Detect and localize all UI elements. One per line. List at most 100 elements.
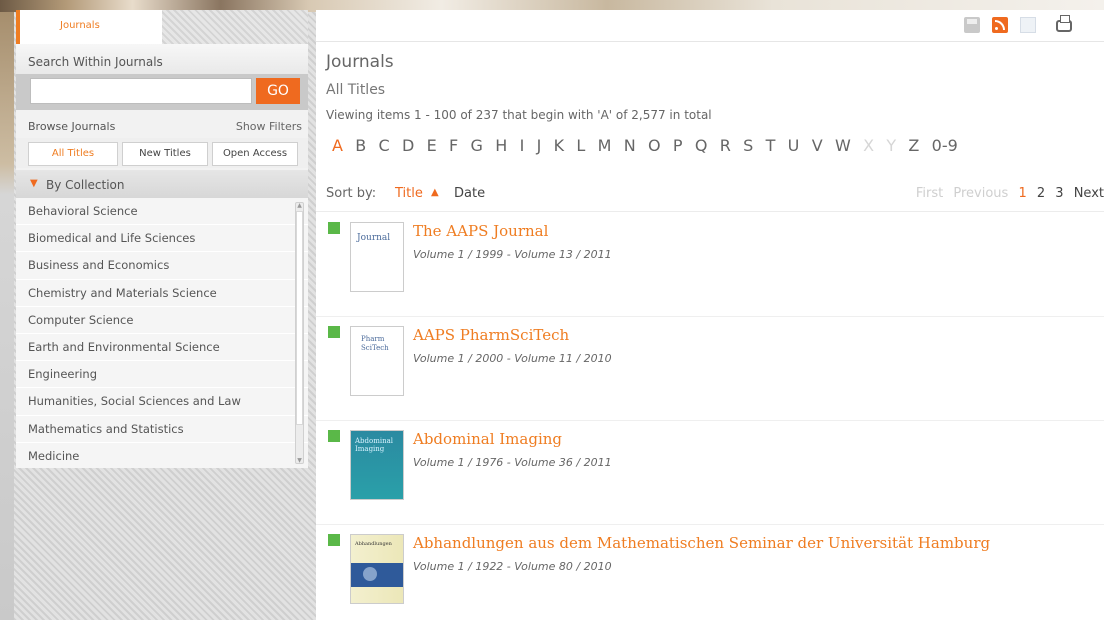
letter-link-t[interactable]: T [766, 136, 776, 155]
result-item: Abhandlungen Abhandlungen aus dem Mathem… [316, 525, 1104, 620]
collection-item[interactable]: Computer Science [16, 307, 308, 334]
new-titles-button[interactable]: New Titles [122, 142, 208, 166]
sidebar-panel: Search Within Journals GO Browse Journal… [16, 44, 308, 468]
collection-item[interactable]: Business and Economics [16, 252, 308, 280]
journal-title-link[interactable]: Abdominal Imaging [413, 430, 562, 448]
result-item: Journal The AAPS Journal Volume 1 / 1999… [316, 213, 1104, 317]
letter-link-z[interactable]: Z [908, 136, 919, 155]
sort-bar: Sort by: Title ▲ Date First Previous 1 2… [316, 174, 1104, 212]
sidebar-tabbar: Journals [16, 10, 308, 44]
cover-text: Abdominal Imaging [355, 437, 394, 453]
tab-journals[interactable]: Journals [16, 10, 162, 44]
journal-volumes: Volume 1 / 2000 - Volume 11 / 2010 [413, 352, 612, 365]
toolbar [316, 10, 1104, 42]
sort-title-link[interactable]: Title [395, 186, 423, 201]
letter-link-k[interactable]: K [554, 136, 565, 155]
journal-cover[interactable]: Abdominal Imaging [350, 430, 404, 500]
collection-item[interactable]: Engineering [16, 361, 308, 389]
journal-volumes: Volume 1 / 1999 - Volume 13 / 2011 [413, 248, 612, 261]
tab-journals-label: Journals [60, 20, 100, 31]
page-link-3[interactable]: 3 [1055, 186, 1063, 201]
previous-page-link: Previous [953, 186, 1009, 201]
letter-link-a[interactable]: A [332, 136, 343, 155]
letter-link-b[interactable]: B [355, 136, 366, 155]
journal-cover[interactable]: Journal [350, 222, 404, 292]
scroll-up-icon[interactable]: ▲ [296, 202, 303, 209]
letter-link-y: Y [886, 136, 897, 155]
cover-art: Abdominal Imaging [351, 431, 403, 499]
letter-link-v[interactable]: V [812, 136, 823, 155]
letter-link-x: X [863, 136, 875, 155]
letter-link-s[interactable]: S [743, 136, 753, 155]
search-input[interactable] [30, 78, 252, 104]
document-icon[interactable] [1020, 17, 1036, 33]
open-access-button[interactable]: Open Access [212, 142, 298, 166]
collection-list: Behavioral Science Biomedical and Life S… [16, 198, 308, 468]
scroll-thumb[interactable] [296, 211, 303, 425]
next-page-link[interactable]: Next [1074, 186, 1104, 201]
collection-scrollbar[interactable]: ▲ ▼ [295, 202, 304, 464]
access-marker-icon [328, 222, 340, 234]
results-list: Journal The AAPS Journal Volume 1 / 1999… [316, 213, 1104, 620]
letter-link-l[interactable]: L [576, 136, 585, 155]
letter-link-d[interactable]: D [402, 136, 414, 155]
letter-link-u[interactable]: U [788, 136, 800, 155]
search-row: GO [16, 74, 308, 110]
go-button[interactable]: GO [256, 78, 300, 104]
journal-cover[interactable]: Abhandlungen [350, 534, 404, 604]
journal-title-link[interactable]: The AAPS Journal [413, 222, 548, 240]
browse-row: Browse Journals Show Filters [16, 110, 308, 138]
show-filters-link[interactable]: Show Filters [236, 120, 302, 133]
search-heading: Search Within Journals [16, 44, 308, 74]
by-collection-toggle[interactable]: ▼ By Collection [16, 170, 308, 198]
result-count: Viewing items 1 - 100 of 237 that begin … [326, 108, 712, 122]
collection-item[interactable]: Medicine [16, 443, 308, 468]
by-collection-label: By Collection [46, 178, 125, 192]
first-page-link: First [915, 186, 944, 201]
page-link-1[interactable]: 1 [1018, 186, 1026, 201]
letter-link-f[interactable]: F [449, 136, 458, 155]
journal-cover[interactable]: Pharm SciTech [350, 326, 404, 396]
sort-label: Sort by: [326, 186, 377, 201]
access-marker-icon [328, 326, 340, 338]
collection-item[interactable]: Mathematics and Statistics [16, 416, 308, 443]
all-titles-button[interactable]: All Titles [28, 142, 118, 166]
letter-link-p[interactable]: P [673, 136, 683, 155]
journal-title-link[interactable]: Abhandlungen aus dem Mathematischen Semi… [413, 534, 990, 552]
print-icon[interactable] [1056, 15, 1072, 32]
letter-link-c[interactable]: C [379, 136, 390, 155]
letter-link-o[interactable]: O [648, 136, 661, 155]
page-link-2[interactable]: 2 [1037, 186, 1045, 201]
letter-link-n[interactable]: N [624, 136, 636, 155]
main-content: Journals All Titles Viewing items 1 - 10… [316, 10, 1104, 620]
save-icon[interactable] [964, 17, 980, 33]
collection-item[interactable]: Earth and Environmental Science [16, 334, 308, 362]
sidebar: Journals Search Within Journals GO Brows… [16, 10, 308, 620]
letter-link-g[interactable]: G [471, 136, 483, 155]
collection-item[interactable]: Behavioral Science [16, 198, 308, 226]
page-title: Journals [326, 52, 394, 72]
journal-title-link[interactable]: AAPS PharmSciTech [413, 326, 569, 344]
collection-item[interactable]: Humanities, Social Sciences and Law [16, 388, 308, 416]
result-item: Abdominal Imaging Abdominal Imaging Volu… [316, 421, 1104, 525]
letter-link-m[interactable]: M [598, 136, 612, 155]
cover-text: Journal [357, 233, 391, 243]
scroll-down-icon[interactable]: ▼ [296, 457, 303, 464]
browse-journals-label: Browse Journals [28, 120, 116, 133]
letter-link-r[interactable]: R [720, 136, 731, 155]
collection-item[interactable]: Biomedical and Life Sciences [16, 225, 308, 253]
alphabet-filter: A B C D E F G H I J K L M N O P Q R S T U V W X Y Z 0-9 [332, 136, 970, 155]
letter-link-0-9[interactable]: 0-9 [932, 136, 958, 155]
letter-link-h[interactable]: H [495, 136, 507, 155]
letter-link-q[interactable]: Q [695, 136, 708, 155]
letter-link-e[interactable]: E [427, 136, 437, 155]
background-edge [0, 12, 14, 620]
letter-link-j[interactable]: J [537, 136, 542, 155]
collection-item[interactable]: Chemistry and Materials Science [16, 280, 308, 307]
page-subtitle: All Titles [326, 82, 386, 98]
letter-link-i[interactable]: I [520, 136, 525, 155]
letter-link-w[interactable]: W [835, 136, 851, 155]
rss-icon[interactable] [992, 17, 1008, 33]
sort-date-link[interactable]: Date [454, 186, 485, 201]
filter-buttons: All Titles New Titles Open Access [16, 138, 308, 168]
